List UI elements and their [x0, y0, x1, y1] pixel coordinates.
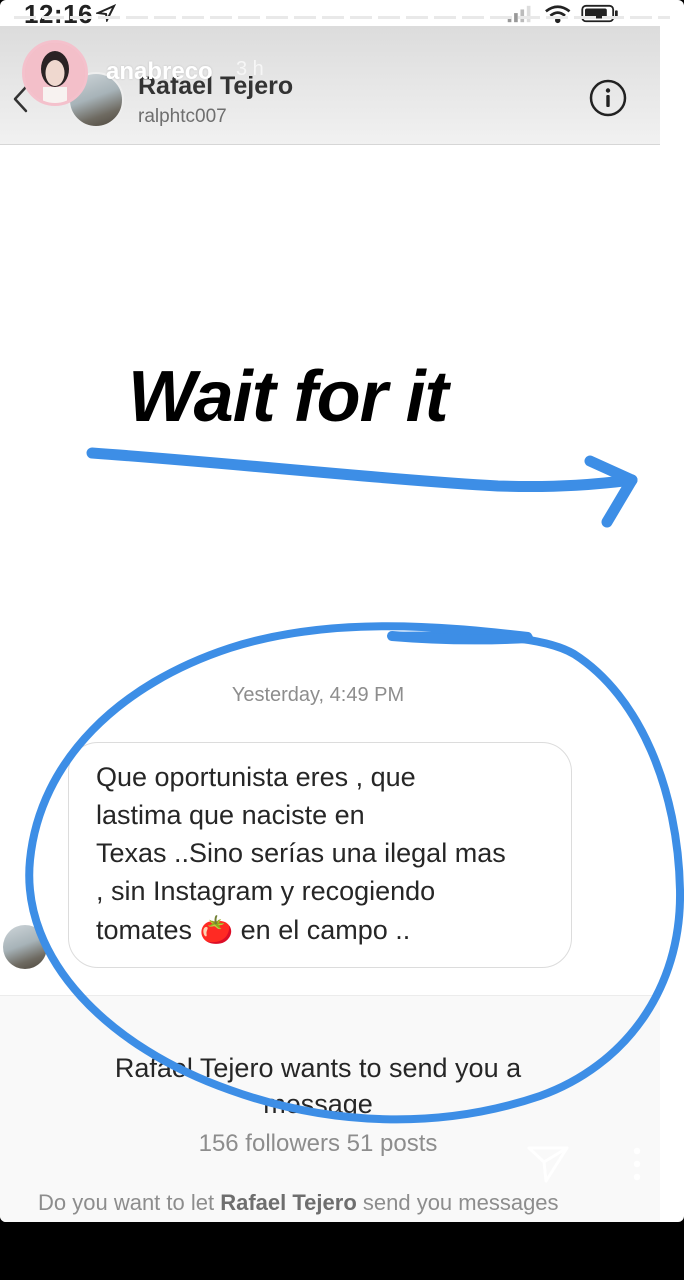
story-text: Wait for it: [128, 357, 449, 437]
story-owner-avatar[interactable]: [22, 40, 88, 106]
story-frame[interactable]: Rafael Tejero ralphtc007 12:16 anabreco …: [0, 0, 684, 1222]
location-arrow-icon: [96, 4, 116, 22]
drawn-arrowhead: [584, 455, 638, 528]
status-icons: [507, 4, 618, 24]
drawn-stroke-top: [387, 631, 533, 645]
story-owner-time: 3 h: [236, 58, 264, 80]
more-options-icon[interactable]: [630, 1146, 644, 1182]
owner-portrait-icon: [25, 43, 85, 103]
dm-user-handle: ralphtc007: [138, 106, 227, 127]
signal-icon: [507, 5, 531, 23]
message-line: tomates 🍅 en el campo ..: [96, 915, 411, 945]
status-time: 12:16: [24, 0, 93, 29]
info-icon[interactable]: [588, 78, 628, 118]
send-direct-icon[interactable]: [526, 1144, 570, 1184]
sender-avatar: [3, 925, 47, 969]
wifi-icon: [545, 5, 571, 24]
message-line: Que oportunista eres , que: [96, 762, 416, 792]
story-progress-bars: [14, 16, 670, 19]
message-timestamp: Yesterday, 4:49 PM: [231, 684, 405, 706]
message-line: Texas ..Sino serías una ilegal mas: [96, 838, 506, 868]
message-line: lastima que naciste en: [96, 800, 365, 830]
request-title: Rafael Tejero wants to send you a messag…: [114, 1053, 522, 1119]
request-question: Do you want to let Rafael Tejero send yo…: [38, 1190, 559, 1215]
bottom-black-bar: [0, 1222, 684, 1280]
status-bar: 12:16: [0, 0, 684, 29]
drawn-arrow: [86, 447, 638, 493]
message-line: , sin Instagram y recogiendo: [96, 876, 436, 906]
story-owner-name[interactable]: anabreco: [106, 58, 213, 86]
